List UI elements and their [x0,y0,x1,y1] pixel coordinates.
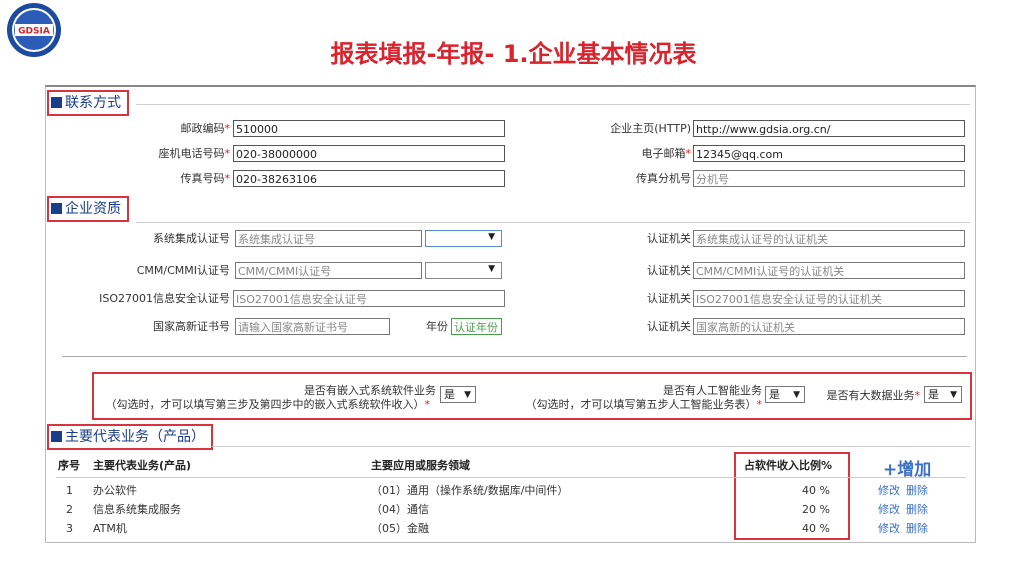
caret-down-icon: ▼ [464,390,471,400]
si-level-select[interactable]: ▼ [425,230,502,247]
row-ratio: 20 % [802,503,830,516]
edit-link[interactable]: 修改 [878,503,900,517]
caret-down-icon: ▼ [950,390,957,400]
cmm-level-select[interactable]: ▼ [425,262,502,279]
si-authority-label: 认证机关 [647,232,691,245]
iso-input[interactable]: ISO27001信息安全认证号 [233,290,505,307]
square-icon [51,97,62,108]
cmm-authority-label: 认证机关 [647,264,691,277]
bigdata-question: 是否有大数据业务* [826,389,921,402]
si-label: 系统集成认证号 [153,232,230,245]
iso-authority-input[interactable]: ISO27001信息安全认证号的认证机关 [693,290,965,307]
table-header-divider [56,477,966,478]
page-title: 报表填报-年报- 1.企业基本情况表 [330,40,697,68]
row-field: （04）通信 [371,503,429,516]
delete-link[interactable]: 删除 [906,484,928,498]
email-label: 电子邮箱* [641,147,692,160]
ai-note: （勾选时，才可以填写第五步人工智能业务表）* [525,398,763,411]
iso-label: ISO27001信息安全认证号 [99,292,230,305]
divider [62,356,967,357]
row-field: （01）通用（操作系统/数据库/中间件） [371,484,569,497]
section-qualification-title: 企业资质 [47,196,129,222]
si-input[interactable]: 系统集成认证号 [235,230,422,247]
iso-authority-label: 认证机关 [647,292,691,305]
caret-down-icon: ▼ [793,390,800,400]
cmm-input[interactable]: CMM/CMMI认证号 [235,262,422,279]
square-icon [51,203,62,214]
delete-link[interactable]: 删除 [906,522,928,536]
square-icon [51,431,62,442]
row-business: 办公软件 [93,484,137,497]
phone-label: 座机电话号码* [158,147,231,160]
hightech-input[interactable]: 请输入国家高新证书号 [235,318,390,335]
row-no: 3 [66,522,73,535]
col-no-header: 序号 [58,459,80,472]
row-business: ATM机 [93,522,127,535]
embedded-question: 是否有嵌入式系统软件业务 [304,384,436,397]
embedded-select[interactable]: 是 ▼ [440,386,476,403]
fax-ext-label: 传真分机号 [636,172,691,185]
section-business-title: 主要代表业务（产品） [47,424,213,450]
hightech-authority-label: 认证机关 [647,320,691,333]
row-no: 1 [66,484,73,497]
homepage-label: 企业主页(HTTP) [610,122,691,135]
si-authority-input[interactable]: 系统集成认证号的认证机关 [693,230,965,247]
section-divider [136,222,970,223]
section-divider [212,446,970,447]
email-input[interactable]: 12345@qq.com [693,145,965,162]
cmm-authority-input[interactable]: CMM/CMMI认证号的认证机关 [693,262,965,279]
col-business-header: 主要代表业务(产品) [93,459,192,472]
ai-question: 是否有人工智能业务 [663,384,762,397]
fax-ext-input[interactable]: 分机号 [693,170,965,187]
fax-label: 传真号码* [180,172,231,185]
row-business: 信息系统集成服务 [93,503,181,516]
embedded-note: （勾选时，才可以填写第三步及第四步中的嵌入式系统软件收入）* [105,398,431,411]
phone-input[interactable]: 020-38000000 [233,145,505,162]
col-ratio-header: 占软件收入比例% [744,459,833,472]
edit-link[interactable]: 修改 [878,522,900,536]
ai-select[interactable]: 是 ▼ [765,386,805,403]
year-label: 年份 [426,320,448,333]
hightech-label: 国家高新证书号 [153,320,230,333]
row-ratio: 40 % [802,522,830,535]
fax-input[interactable]: 020-38263106 [233,170,505,187]
caret-down-icon: ▼ [488,232,495,242]
hightech-authority-input[interactable]: 国家高新的认证机关 [693,318,965,335]
col-field-header: 主要应用或服务领域 [371,459,470,472]
bigdata-select[interactable]: 是 ▼ [924,386,962,403]
homepage-input[interactable]: http://www.gdsia.org.cn/ [693,120,965,137]
caret-down-icon: ▼ [488,264,495,274]
cmm-label: CMM/CMMI认证号 [136,264,230,277]
delete-link[interactable]: 删除 [906,503,928,517]
row-no: 2 [66,503,73,516]
section-divider [136,104,970,105]
postal-input[interactable]: 510000 [233,120,505,137]
row-field: （05）金融 [371,522,429,535]
section-contact-title: 联系方式 [47,90,129,116]
postal-label: 邮政编码* [180,122,231,135]
edit-link[interactable]: 修改 [878,484,900,498]
year-input[interactable]: 认证年份 [451,318,502,335]
row-ratio: 40 % [802,484,830,497]
